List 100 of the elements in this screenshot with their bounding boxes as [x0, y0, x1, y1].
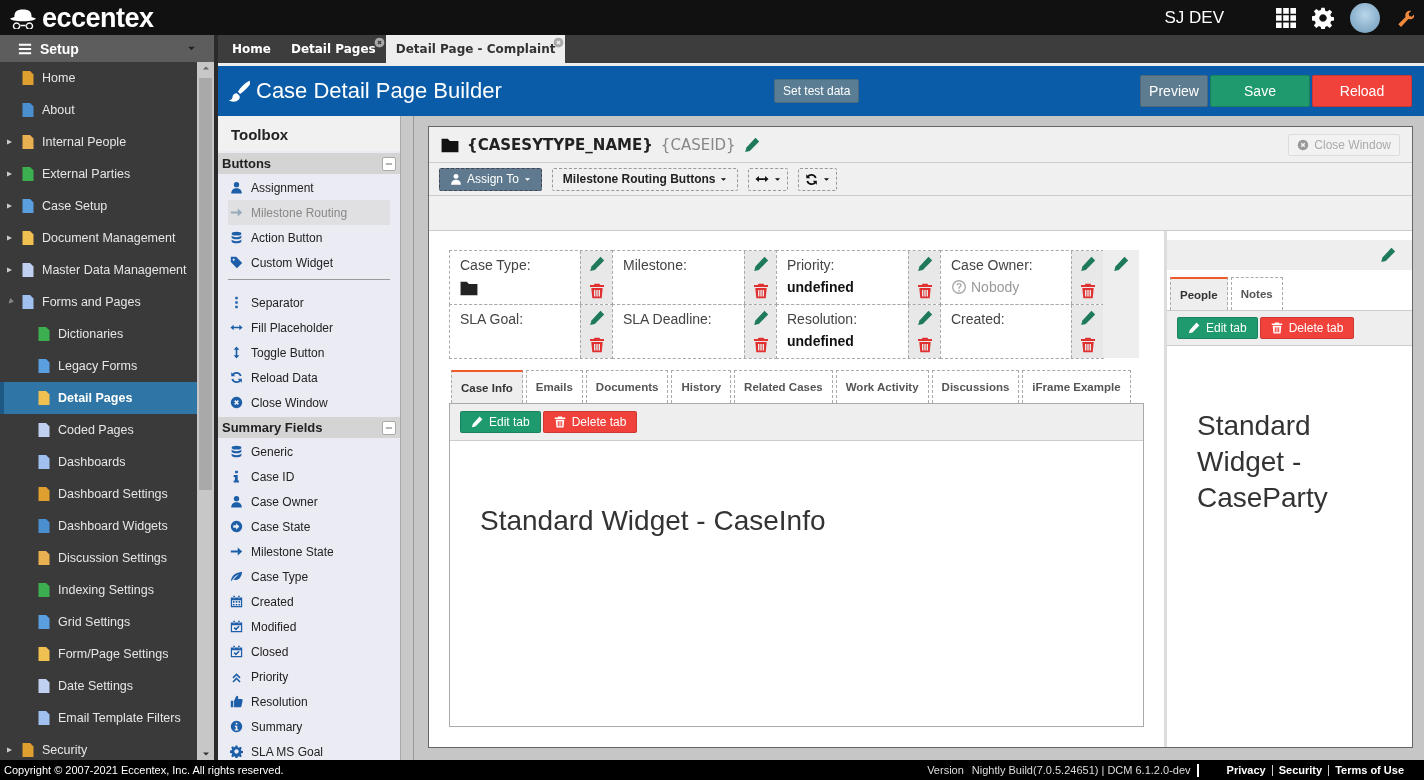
collapse-button[interactable] [382, 420, 396, 435]
trash-icon[interactable] [916, 336, 933, 353]
pencil-icon[interactable] [1079, 310, 1096, 327]
toolbox-item[interactable]: Closed [228, 639, 390, 664]
toolbox-item[interactable]: Summary [228, 714, 390, 739]
toolbox-item[interactable]: Separator [228, 290, 390, 315]
delete-tab-button[interactable]: Delete tab [1259, 317, 1355, 339]
pencil-icon[interactable] [1079, 256, 1096, 273]
sidebar-item[interactable]: Forms and Pages [0, 286, 197, 318]
scrollbar[interactable] [400, 116, 413, 760]
widget-tab[interactable]: Discussions [931, 370, 1020, 403]
toolbox-item[interactable]: Modified [228, 614, 390, 639]
save-button[interactable]: Save [1210, 75, 1310, 107]
reload-button[interactable]: Reload [1312, 75, 1412, 107]
user-name[interactable]: SJ DEV [1164, 7, 1224, 28]
trash-icon[interactable] [752, 282, 769, 299]
sidebar-item[interactable]: Document Management [0, 222, 197, 254]
pencil-icon[interactable] [588, 256, 605, 273]
sidebar-item[interactable]: Master Data Management [0, 254, 197, 286]
collapse-button[interactable] [382, 156, 396, 171]
sidebar-item[interactable]: Dashboard Widgets [0, 510, 197, 542]
toolbox-item[interactable]: Reload Data [228, 365, 390, 390]
pencil-icon[interactable] [916, 310, 933, 327]
toolbox-item[interactable]: Created [228, 589, 390, 614]
widget-tab[interactable]: History [671, 370, 732, 403]
trash-icon[interactable] [916, 282, 933, 299]
sidebar-item[interactable]: Dashboards [0, 446, 197, 478]
widget-tab[interactable]: iFrame Example [1022, 370, 1131, 403]
section-title: Summary Fields [222, 420, 323, 435]
page-tab[interactable]: Home [222, 35, 281, 63]
sidebar-item[interactable]: Form/Page Settings [0, 638, 197, 670]
footer-link[interactable]: Security [1271, 764, 1329, 776]
sidebar-item[interactable]: Detail Pages [0, 382, 197, 414]
sidebar-item[interactable]: Case Setup [0, 190, 197, 222]
toolbox-item[interactable]: Generic [228, 439, 390, 464]
toolbox-item[interactable]: Toggle Button [228, 340, 390, 365]
sidebar-item[interactable]: Date Settings [0, 670, 197, 702]
sidebar-item[interactable]: Dictionaries [0, 318, 197, 350]
toolbox-item[interactable]: Case ID [228, 464, 390, 489]
footer-link[interactable]: Terms of Use [1328, 764, 1410, 776]
close-icon[interactable] [373, 37, 385, 48]
widget-tab[interactable]: Documents [585, 370, 669, 403]
pencil-icon[interactable] [1113, 256, 1129, 272]
pencil-icon[interactable] [752, 256, 769, 273]
sidebar-item[interactable]: External Parties [0, 158, 197, 190]
toolbox-item[interactable]: Close Window [228, 390, 390, 415]
page-tab[interactable]: Detail Pages [280, 35, 386, 63]
toolbox-item[interactable]: Case Owner [228, 489, 390, 514]
toolbox-item[interactable]: Action Button [228, 225, 390, 250]
sidebar-item[interactable]: Grid Settings [0, 606, 197, 638]
toolbox-item[interactable]: Assignment [228, 175, 390, 200]
widget-tab[interactable]: Case Info [451, 370, 523, 403]
sidebar-item[interactable]: Security [0, 734, 197, 760]
trash-icon[interactable] [1079, 282, 1096, 299]
widget-tab[interactable]: People [1170, 277, 1228, 310]
toolbox-item[interactable]: Priority [228, 664, 390, 689]
assign-to-dropdown[interactable]: Assign To [439, 167, 542, 191]
sidebar-item[interactable]: Coded Pages [0, 414, 197, 446]
page-tab[interactable]: Detail Page - Complaint [385, 35, 566, 63]
sidebar-item[interactable]: About [0, 94, 197, 126]
widget-tab[interactable]: Related Cases [734, 370, 833, 403]
toolbox-item[interactable]: Case State [228, 514, 390, 539]
widget-tab[interactable]: Emails [525, 370, 583, 403]
pencil-icon[interactable] [752, 310, 769, 327]
sidebar-item[interactable]: Email Template Filters [0, 702, 197, 734]
pencil-icon[interactable] [588, 310, 605, 327]
sidebar-item[interactable]: Home [0, 62, 197, 94]
edit-tab-button[interactable]: Edit tab [1177, 317, 1258, 339]
avatar[interactable] [1350, 2, 1380, 33]
pencil-icon[interactable] [1380, 247, 1396, 263]
toolbox-item[interactable]: SLA MS Goal [228, 739, 390, 760]
delete-tab-button[interactable]: Delete tab [542, 411, 638, 433]
sidebar-item[interactable]: Indexing Settings [0, 574, 197, 606]
widget-tab[interactable]: Notes [1230, 277, 1283, 310]
sidebar-item[interactable]: Dashboard Settings [0, 478, 197, 510]
toolbox-item[interactable]: Case Type [228, 564, 390, 589]
trash-icon[interactable] [752, 336, 769, 353]
toolbox-item[interactable]: Milestone State [228, 539, 390, 564]
footer-link[interactable]: Privacy [1220, 764, 1272, 776]
sidebar-item[interactable]: Internal People [0, 126, 197, 158]
sidebar-header[interactable]: Setup [0, 35, 214, 62]
trash-icon[interactable] [1079, 336, 1096, 353]
widget-tab[interactable]: Work Activity [835, 370, 929, 403]
toolbox-item[interactable]: Fill Placeholder [228, 315, 390, 340]
page-icon [20, 102, 36, 118]
sidebar-item[interactable]: Legacy Forms [0, 350, 197, 382]
toolbox-item[interactable]: Custom Widget [228, 250, 390, 275]
toolbox-item[interactable]: Resolution [228, 689, 390, 714]
trash-icon[interactable] [588, 282, 605, 299]
set-test-data-button[interactable]: Set test data [774, 79, 860, 103]
refresh-dropdown[interactable] [798, 167, 838, 191]
routing-dropdown[interactable]: Milestone Routing Buttons [551, 167, 739, 191]
width-dropdown[interactable] [748, 167, 789, 191]
calendar-check-icon [230, 620, 243, 633]
trash-icon[interactable] [588, 336, 605, 353]
pencil-icon[interactable] [916, 256, 933, 273]
sidebar-item[interactable]: Discussion Settings [0, 542, 197, 574]
edit-tab-button[interactable]: Edit tab [460, 411, 541, 433]
preview-button[interactable]: Preview [1140, 75, 1208, 107]
scrollbar[interactable] [197, 62, 214, 760]
